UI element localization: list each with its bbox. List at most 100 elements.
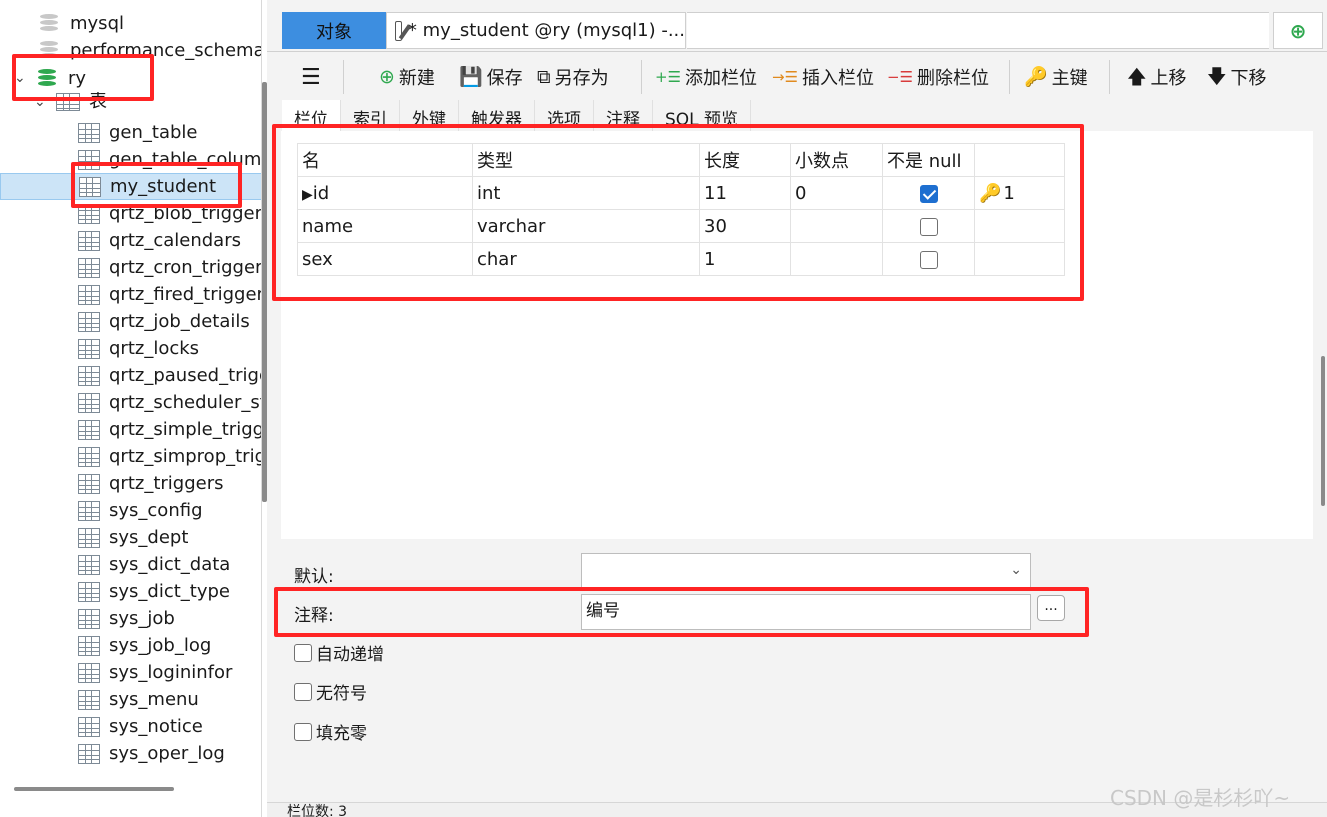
tree-table-item[interactable]: gen_table_column: [78, 146, 261, 173]
default-select[interactable]: ⌄: [581, 553, 1031, 589]
cell-decimals[interactable]: [790, 209, 883, 243]
delete-column-button[interactable]: −☰ 删除栏位: [887, 62, 989, 92]
not-null-checkbox[interactable]: [919, 184, 938, 203]
tree-db-mysql[interactable]: mysql: [40, 10, 124, 37]
table-icon: [78, 554, 100, 575]
move-down-button[interactable]: 🡇 下移: [1207, 62, 1267, 92]
tree-table-item[interactable]: qrtz_paused_trigger_grps: [78, 362, 261, 389]
cell-key[interactable]: [974, 209, 1065, 243]
horizontal-scrollbar[interactable]: [14, 787, 174, 791]
cell-decimals[interactable]: 0: [790, 176, 883, 210]
auto-increment-checkbox[interactable]: [294, 643, 312, 662]
tree-table-item[interactable]: sys_oper_log: [78, 740, 225, 767]
tree-table-item[interactable]: sys_dept: [78, 524, 188, 551]
tab-table-designer[interactable]: * my_student @ry (mysql1) -...: [386, 12, 686, 49]
column-header-key[interactable]: [974, 143, 1065, 177]
cell-key[interactable]: 🔑 1: [974, 176, 1065, 210]
tree-table-item[interactable]: sys_config: [78, 497, 203, 524]
comment-field[interactable]: 编号: [581, 594, 1031, 630]
not-null-checkbox[interactable]: [919, 250, 938, 269]
delete-column-icon: −☰: [887, 67, 914, 86]
tab-options[interactable]: 选项: [535, 100, 594, 132]
cell-type[interactable]: varchar: [472, 209, 700, 243]
menu-icon[interactable]: ☰: [301, 62, 321, 92]
cell-name[interactable]: sex: [297, 242, 473, 276]
tree-table-item[interactable]: sys_logininfor: [78, 659, 232, 686]
tab-sql-preview[interactable]: SQL 预览: [653, 100, 752, 132]
cell-not-null[interactable]: [882, 242, 975, 276]
tree-table-item[interactable]: sys_job_log: [78, 632, 211, 659]
tree-group-tables[interactable]: ⌄ 表: [34, 92, 107, 112]
cell-name[interactable]: ▶id: [297, 176, 473, 210]
tab-comment[interactable]: 注释: [594, 100, 653, 132]
tree-table-item[interactable]: sys_job: [78, 605, 175, 632]
save-button[interactable]: 💾 保存: [459, 62, 523, 92]
tree-table-item[interactable]: qrtz_triggers: [78, 470, 224, 497]
tree-table-item[interactable]: qrtz_scheduler_state: [78, 389, 261, 416]
cell-key[interactable]: [974, 242, 1065, 276]
column-header-not-null[interactable]: 不是 null: [882, 143, 975, 177]
tab-fields[interactable]: 栏位: [282, 100, 341, 132]
not-null-checkbox[interactable]: [919, 217, 938, 236]
cell-not-null[interactable]: [882, 209, 975, 243]
table-row[interactable]: sex char 1: [297, 242, 1065, 276]
cell-name[interactable]: name: [297, 209, 473, 243]
columns-grid-area: 名 类型 长度 小数点 不是 null ▶id int 11 0 🔑 1 nam…: [281, 131, 1325, 539]
tree-table-item[interactable]: sys_menu: [78, 686, 199, 713]
cell-length[interactable]: 11: [699, 176, 791, 210]
tree-table-item[interactable]: gen_table: [78, 119, 198, 146]
primary-key-button[interactable]: 🔑 主键: [1024, 62, 1088, 92]
tree-table-item[interactable]: qrtz_calendars: [78, 227, 241, 254]
tree-table-item[interactable]: qrtz_simple_triggers: [78, 416, 261, 443]
new-query-icon[interactable]: ⊕: [1273, 12, 1323, 49]
tree-db-ry[interactable]: ⌄ ry: [14, 65, 86, 92]
zerofill-label: 填充零: [316, 724, 367, 744]
add-column-button[interactable]: +☰ 添加栏位: [655, 62, 757, 92]
tab-objects[interactable]: 对象: [282, 12, 386, 49]
tree-table-item[interactable]: my_student: [0, 173, 261, 200]
vertical-scrollbar[interactable]: [1321, 356, 1325, 506]
tree-table-item[interactable]: sys_notice: [78, 713, 203, 740]
cell-type[interactable]: char: [472, 242, 700, 276]
zerofill-checkbox[interactable]: [294, 722, 312, 741]
unsigned-option[interactable]: 无符号: [294, 679, 367, 704]
zerofill-option[interactable]: 填充零: [294, 719, 367, 744]
cell-type[interactable]: int: [472, 176, 700, 210]
new-button[interactable]: ⊕ 新建: [379, 62, 435, 92]
column-header-name[interactable]: 名: [297, 143, 473, 177]
tree-table-item[interactable]: qrtz_locks: [78, 335, 199, 362]
tab-foreign-keys[interactable]: 外键: [400, 100, 459, 132]
unsigned-checkbox[interactable]: [294, 682, 312, 701]
tree-table-item[interactable]: qrtz_job_details: [78, 308, 250, 335]
chevron-down-icon[interactable]: ⌄: [1010, 562, 1022, 578]
tree-table-item[interactable]: qrtz_blob_triggers: [78, 200, 261, 227]
save-as-button[interactable]: ⧉ 另存为: [537, 62, 609, 92]
auto-increment-option[interactable]: 自动递增: [294, 640, 384, 665]
comment-more-button[interactable]: ...: [1037, 595, 1065, 621]
table-icon: [78, 500, 100, 521]
table-row[interactable]: ▶id int 11 0 🔑 1: [297, 176, 1065, 210]
tree-table-item[interactable]: qrtz_fired_triggers: [78, 281, 261, 308]
table-icon: [78, 473, 100, 494]
chevron-down-icon[interactable]: ⌄: [14, 65, 30, 92]
column-header-length[interactable]: 长度: [699, 143, 791, 177]
tree-table-item[interactable]: sys_dict_data: [78, 551, 230, 578]
tab-indexes[interactable]: 索引: [341, 100, 400, 132]
tree-table-item[interactable]: sys_dict_type: [78, 578, 230, 605]
cell-length[interactable]: 1: [699, 242, 791, 276]
move-up-button[interactable]: 🡅 上移: [1127, 62, 1187, 92]
table-row[interactable]: name varchar 30: [297, 209, 1065, 243]
tree-db-performance-schema[interactable]: performance_schema: [40, 37, 261, 64]
insert-column-button[interactable]: →☰ 插入栏位: [772, 62, 874, 92]
cell-length[interactable]: 30: [699, 209, 791, 243]
tab-triggers[interactable]: 触发器: [459, 100, 535, 132]
column-header-type[interactable]: 类型: [472, 143, 700, 177]
tree-table-item[interactable]: qrtz_cron_triggers: [78, 254, 261, 281]
tree-table-item[interactable]: qrtz_simprop_triggers: [78, 443, 261, 470]
cell-decimals[interactable]: [790, 242, 883, 276]
column-header-decimals[interactable]: 小数点: [790, 143, 883, 177]
table-icon: [78, 743, 100, 764]
chevron-down-icon[interactable]: ⌄: [34, 92, 50, 112]
columns-table: 名 类型 长度 小数点 不是 null ▶id int 11 0 🔑 1 nam…: [297, 143, 1065, 276]
cell-not-null[interactable]: [882, 176, 975, 210]
